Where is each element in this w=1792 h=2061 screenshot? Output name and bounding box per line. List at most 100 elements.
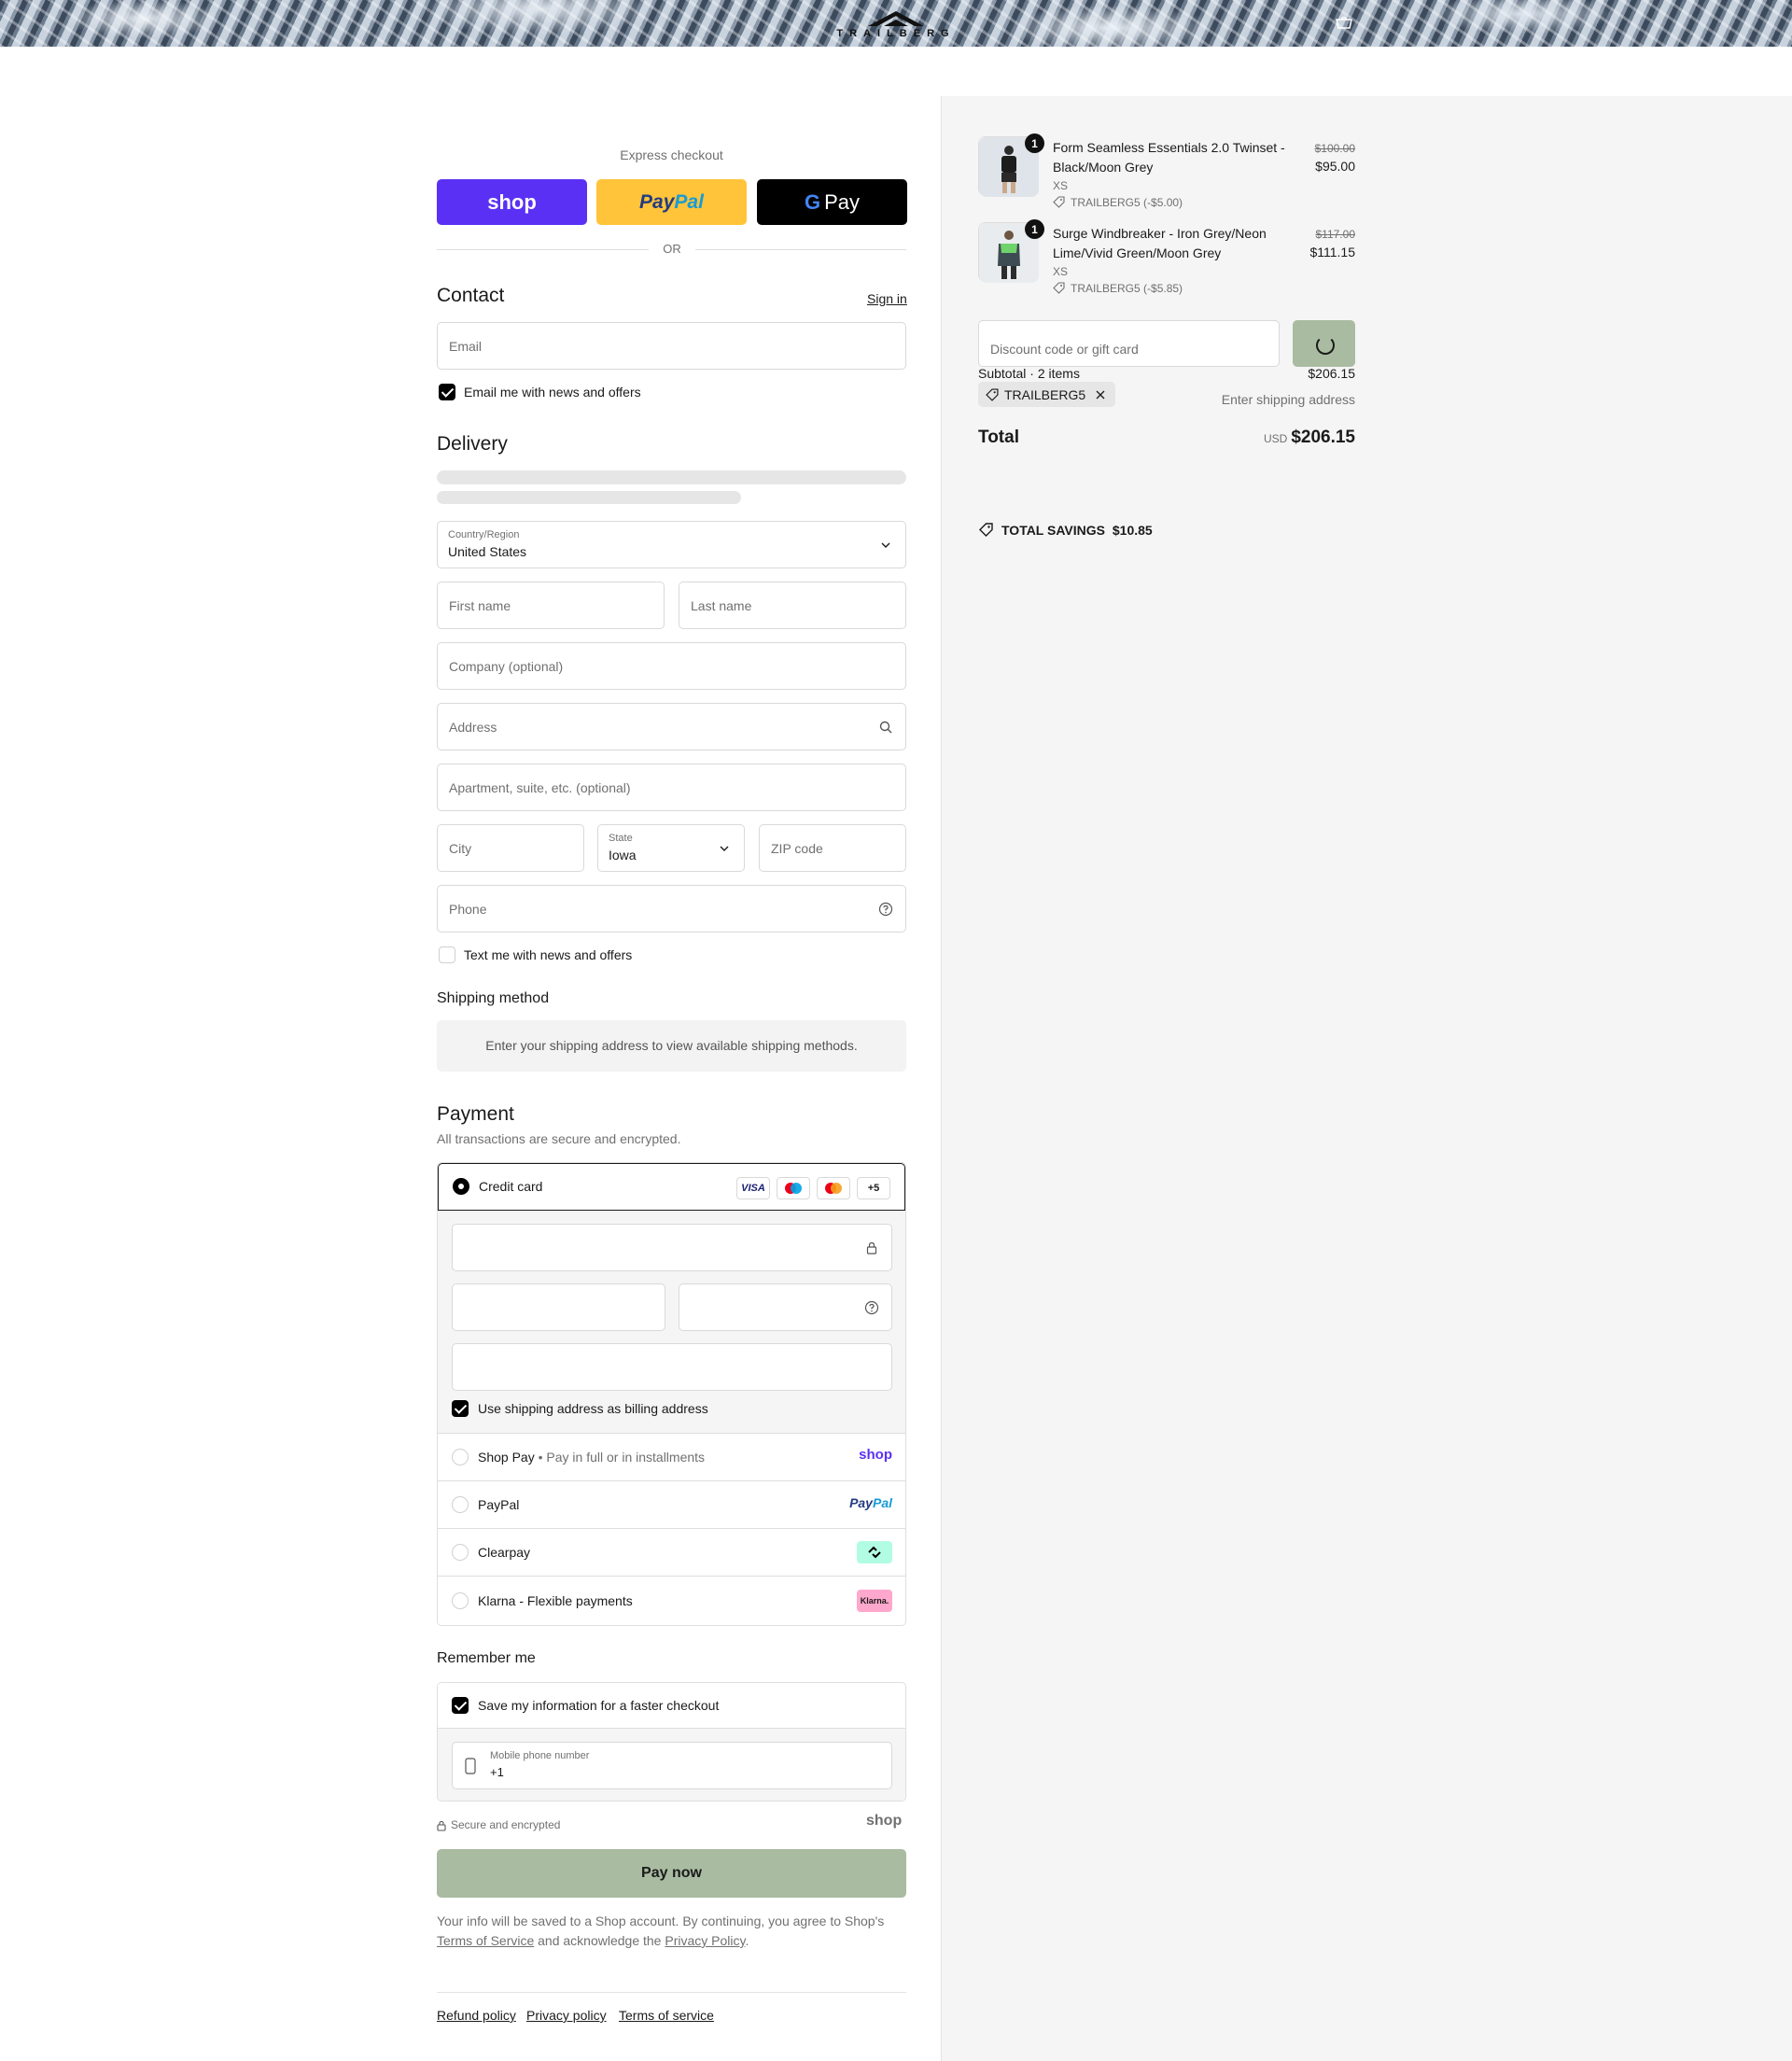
visa-icon: VISA xyxy=(736,1177,770,1199)
first-name-field[interactable]: First name xyxy=(437,582,665,629)
pay-now-button[interactable]: Pay now xyxy=(437,1849,906,1898)
header-banner: TRAILBERG xyxy=(0,0,1792,47)
item-name: Form Seamless Essentials 2.0 Twinset - B… xyxy=(1053,140,1285,175)
billing-same-checkbox[interactable] xyxy=(452,1400,469,1417)
item-original-price: $117.00 xyxy=(1315,228,1356,241)
chevron-down-icon xyxy=(720,846,729,851)
email-news-label: Email me with news and offers xyxy=(464,385,641,400)
shop-pay-express-button[interactable]: shop xyxy=(437,179,587,225)
sign-in-link[interactable]: Sign in xyxy=(867,291,907,306)
save-info-label: Save my information for a faster checkou… xyxy=(478,1698,720,1713)
shop-pay-label: Shop Pay • Pay in full or in installment… xyxy=(478,1450,706,1465)
paypal-radio[interactable] xyxy=(452,1496,469,1513)
privacy-policy-link[interactable]: Privacy policy xyxy=(526,2008,607,2023)
credit-card-radio[interactable] xyxy=(453,1178,469,1195)
mobile-phone-field[interactable]: Mobile phone number +1 xyxy=(452,1742,892,1789)
lock-icon xyxy=(866,1241,877,1255)
security-code-field[interactable] xyxy=(679,1283,892,1331)
item-original-price: $100.00 xyxy=(1314,142,1355,155)
discount-code-field[interactable]: Discount code or gift card xyxy=(978,320,1280,367)
address-placeholder: Address xyxy=(449,720,497,735)
shop-terms-link[interactable]: Terms of Service xyxy=(437,1933,534,1948)
save-info-row[interactable]: Save my information for a faster checkou… xyxy=(438,1683,905,1729)
total-amount: USD $206.15 xyxy=(1169,428,1355,448)
paypal-logo-pay: Pay xyxy=(639,190,675,213)
last-name-placeholder: Last name xyxy=(691,598,752,613)
lock-icon xyxy=(437,1820,446,1831)
payment-heading: Payment xyxy=(437,1103,514,1125)
express-checkout-label: Express checkout xyxy=(620,147,723,162)
refund-policy-link[interactable]: Refund policy xyxy=(437,2008,516,2023)
email-field[interactable]: Email xyxy=(437,322,906,370)
company-placeholder: Company (optional) xyxy=(449,659,564,674)
legal-text-2: and acknowledge the xyxy=(538,1933,662,1948)
help-icon[interactable] xyxy=(878,902,893,917)
paypal-option[interactable]: PayPal PayPal xyxy=(438,1481,905,1529)
clearpay-radio[interactable] xyxy=(452,1544,469,1561)
total-savings-label: TOTAL SAVINGS xyxy=(1001,523,1105,538)
country-select[interactable]: Country/Region United States xyxy=(437,521,906,568)
delivery-heading: Delivery xyxy=(437,433,508,455)
shop-logo: shop xyxy=(866,1813,903,1829)
remember-me-section: Save my information for a faster checkou… xyxy=(437,1682,906,1802)
contact-heading: Contact xyxy=(437,285,505,306)
email-news-checkbox[interactable] xyxy=(439,384,455,400)
item-discount: TRAILBERG5 (-$5.00) xyxy=(1071,196,1183,209)
apply-discount-button-loading[interactable] xyxy=(1293,320,1355,367)
tag-icon xyxy=(1053,282,1065,294)
close-icon[interactable] xyxy=(1095,389,1106,400)
expiry-field[interactable] xyxy=(452,1283,665,1331)
maestro-icon xyxy=(777,1177,810,1199)
secure-encrypted-label: Secure and encrypted xyxy=(451,1818,561,1831)
shop-pay-radio[interactable] xyxy=(452,1449,469,1465)
savings-tag-icon xyxy=(979,523,993,537)
google-pay-express-button[interactable]: G Pay xyxy=(757,179,907,225)
card-details-section: Use shipping address as billing address xyxy=(438,1211,905,1434)
help-icon[interactable] xyxy=(864,1300,879,1315)
apartment-field[interactable]: Apartment, suite, etc. (optional) xyxy=(437,764,906,811)
paypal-logo-pal: Pal xyxy=(872,1495,892,1510)
zip-field[interactable]: ZIP code xyxy=(759,824,906,872)
state-select[interactable]: State Iowa xyxy=(597,824,745,872)
tag-icon xyxy=(986,387,999,401)
shop-pay-name: Shop Pay xyxy=(478,1450,535,1465)
legal-notice: Your info will be saved to a Shop accoun… xyxy=(437,1912,906,1951)
klarna-option[interactable]: Klarna - Flexible payments Klarna. xyxy=(438,1577,905,1625)
gpay-label: Pay xyxy=(824,189,861,214)
name-on-card-field[interactable] xyxy=(452,1343,892,1391)
google-g-icon: G xyxy=(804,189,821,214)
shop-privacy-link[interactable]: Privacy Policy xyxy=(665,1933,745,1948)
address-field[interactable]: Address xyxy=(437,703,906,750)
phone-field[interactable]: Phone xyxy=(437,885,906,932)
credit-card-option[interactable]: Credit card VISA +5 xyxy=(438,1163,905,1211)
legal-text-3: . xyxy=(745,1933,749,1948)
terms-of-service-link[interactable]: Terms of service xyxy=(619,2008,714,2023)
city-field[interactable]: City xyxy=(437,824,584,872)
mobile-section: Mobile phone number +1 xyxy=(438,1729,905,1801)
company-field[interactable]: Company (optional) xyxy=(437,642,906,690)
applied-discount-code: TRAILBERG5 xyxy=(1004,386,1086,402)
clearpay-option[interactable]: Clearpay xyxy=(438,1529,905,1577)
more-cards-badge: +5 xyxy=(857,1177,890,1199)
total-savings: TOTAL SAVINGS $10.85 xyxy=(1001,523,1153,538)
mobile-phone-label: Mobile phone number xyxy=(490,1750,590,1761)
total-value: $206.15 xyxy=(1291,428,1355,447)
search-icon xyxy=(879,721,892,734)
shop-pay-logo: shop xyxy=(487,189,537,214)
item-price: $95.00 xyxy=(1315,159,1355,174)
save-info-checkbox[interactable] xyxy=(452,1697,469,1714)
payment-methods: Credit card VISA +5 Use shipping address… xyxy=(437,1162,906,1626)
text-news-checkbox[interactable] xyxy=(439,946,455,963)
item-discount: TRAILBERG5 (-$5.85) xyxy=(1071,282,1183,295)
country-label: Country/Region xyxy=(448,529,520,540)
item-price: $111.15 xyxy=(1309,245,1355,259)
paypal-express-button[interactable]: Pay Pal xyxy=(596,179,747,225)
shop-pay-option[interactable]: Shop Pay • Pay in full or in installment… xyxy=(438,1434,905,1481)
card-number-field[interactable] xyxy=(452,1224,892,1271)
remember-me-heading: Remember me xyxy=(437,1650,536,1666)
last-name-field[interactable]: Last name xyxy=(679,582,906,629)
cart-icon[interactable] xyxy=(1335,15,1353,30)
klarna-radio[interactable] xyxy=(452,1592,469,1609)
shipping-cost-note: Enter shipping address xyxy=(1221,392,1355,407)
paypal-logo-pal: Pal xyxy=(674,190,704,213)
